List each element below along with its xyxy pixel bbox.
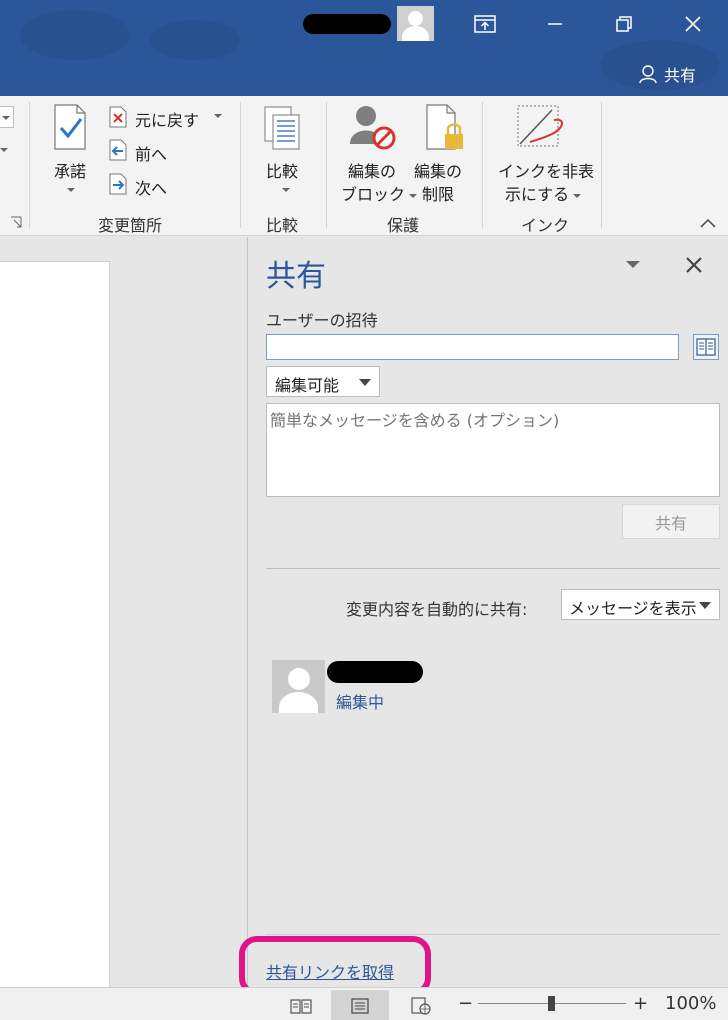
title-bar: 共有 [0, 0, 728, 96]
zoom-in-button[interactable]: + [633, 993, 648, 1014]
share-button[interactable]: 共有 [622, 504, 720, 539]
ribbon-separator [240, 102, 241, 228]
restrict-label-2: 制限 [422, 185, 455, 204]
group-label-protect: 保護 [387, 216, 420, 235]
accept-button[interactable] [52, 104, 92, 156]
compare-caret[interactable] [282, 188, 290, 192]
share-top-label: 共有 [663, 66, 696, 85]
document-page[interactable] [0, 261, 110, 991]
print-layout-icon [351, 997, 369, 1014]
person-icon [639, 65, 657, 84]
undo-label[interactable]: 元に戻す [135, 107, 199, 131]
group-label-ink: インク [521, 216, 570, 235]
redacted-user-name [327, 661, 423, 683]
hide-ink-label-2: 示にする [505, 181, 582, 205]
read-mode-button[interactable] [276, 990, 326, 1020]
ribbon-separator [482, 102, 483, 228]
minimize-button[interactable] [535, 6, 575, 42]
collapse-ribbon-icon[interactable] [700, 218, 716, 228]
status-bar: − + 100% [0, 987, 728, 1020]
minimize-icon [548, 23, 562, 25]
block-label-1: 編集の [348, 162, 397, 181]
redacted-username [303, 14, 391, 34]
block-label-2: ブロック [341, 181, 418, 205]
dialog-launcher-icon[interactable] [10, 216, 22, 228]
close-icon [685, 16, 701, 32]
block-user-icon [350, 106, 396, 150]
document-area [0, 237, 248, 991]
restore-icon [616, 16, 632, 32]
document-check-icon [54, 104, 86, 150]
background-pattern [20, 10, 130, 60]
zoom-out-button[interactable]: − [458, 993, 473, 1014]
ribbon-display-options-button[interactable] [465, 6, 505, 42]
auto-share-value: メッセージを表示 [569, 599, 697, 618]
pane-close-icon[interactable] [685, 255, 703, 280]
divider [266, 934, 720, 935]
invite-label: ユーザーの招待 [266, 311, 378, 330]
restrict-editing-button[interactable] [424, 104, 468, 154]
background-pattern [150, 20, 240, 60]
reject-icon [109, 106, 127, 128]
restrict-label-1: 編集の [414, 162, 463, 181]
address-book-button[interactable] [693, 334, 719, 360]
user-status: 編集中 [336, 693, 385, 712]
permission-select[interactable]: 編集可能 [266, 366, 380, 397]
hide-ink-button[interactable] [516, 104, 568, 154]
account-avatar[interactable] [397, 6, 434, 41]
ribbon-separator [29, 102, 30, 228]
auto-share-select[interactable]: メッセージを表示 [561, 589, 720, 620]
ribbon: 承諾 元に戻す 前へ 次へ 変更箇所 比較 比較 編集の ブロック 編集の 制限… [0, 96, 728, 236]
compare-documents-icon [264, 106, 300, 150]
message-textarea[interactable] [266, 403, 720, 497]
compare-label: 比較 [266, 162, 299, 181]
pane-title: 共有 [266, 259, 326, 294]
document-lock-icon [426, 104, 463, 150]
address-book-icon [696, 338, 716, 356]
hide-ink-label-1: インクを非表 [498, 162, 595, 181]
ribbon-display-icon [474, 15, 496, 33]
divider [266, 568, 720, 569]
auto-share-label: 変更内容を自動的に共有: [346, 600, 528, 619]
next-change-icon [109, 173, 127, 195]
zoom-level[interactable]: 100% [665, 993, 716, 1014]
restore-button[interactable] [604, 6, 644, 42]
undo-caret[interactable] [214, 114, 222, 118]
ribbon-dropdown-partial[interactable] [0, 106, 14, 128]
chevron-down-icon [699, 602, 711, 609]
accept-label: 承諾 [54, 162, 87, 181]
block-authors-button[interactable] [348, 104, 398, 154]
ribbon-caret [0, 148, 8, 152]
group-label-changes: 変更箇所 [98, 216, 163, 235]
ribbon-separator [326, 102, 327, 228]
read-mode-icon [290, 998, 312, 1014]
group-label-compare: 比較 [266, 216, 299, 235]
chevron-down-icon [359, 379, 371, 386]
compare-button[interactable] [264, 106, 304, 156]
next-button[interactable]: 次へ [135, 175, 167, 199]
web-layout-button[interactable] [396, 990, 446, 1020]
ribbon-separator [601, 102, 602, 228]
web-layout-icon [411, 996, 431, 1015]
share-pane: 共有 ユーザーの招待 編集可能 共有 変更内容を自動的に共有: メッセージを表示… [249, 237, 728, 987]
accept-caret[interactable] [67, 188, 75, 192]
close-window-button[interactable] [673, 6, 713, 42]
zoom-slider-thumb[interactable] [548, 996, 555, 1011]
share-top-button[interactable]: 共有 [638, 62, 696, 86]
hide-ink-icon [517, 105, 563, 147]
previous-button[interactable]: 前へ [135, 141, 167, 165]
permission-value: 編集可能 [275, 376, 340, 395]
previous-change-icon [109, 139, 127, 161]
user-avatar [272, 660, 325, 713]
invite-input[interactable] [266, 334, 679, 360]
pane-options-icon[interactable] [626, 261, 640, 268]
print-layout-button[interactable] [331, 990, 389, 1020]
